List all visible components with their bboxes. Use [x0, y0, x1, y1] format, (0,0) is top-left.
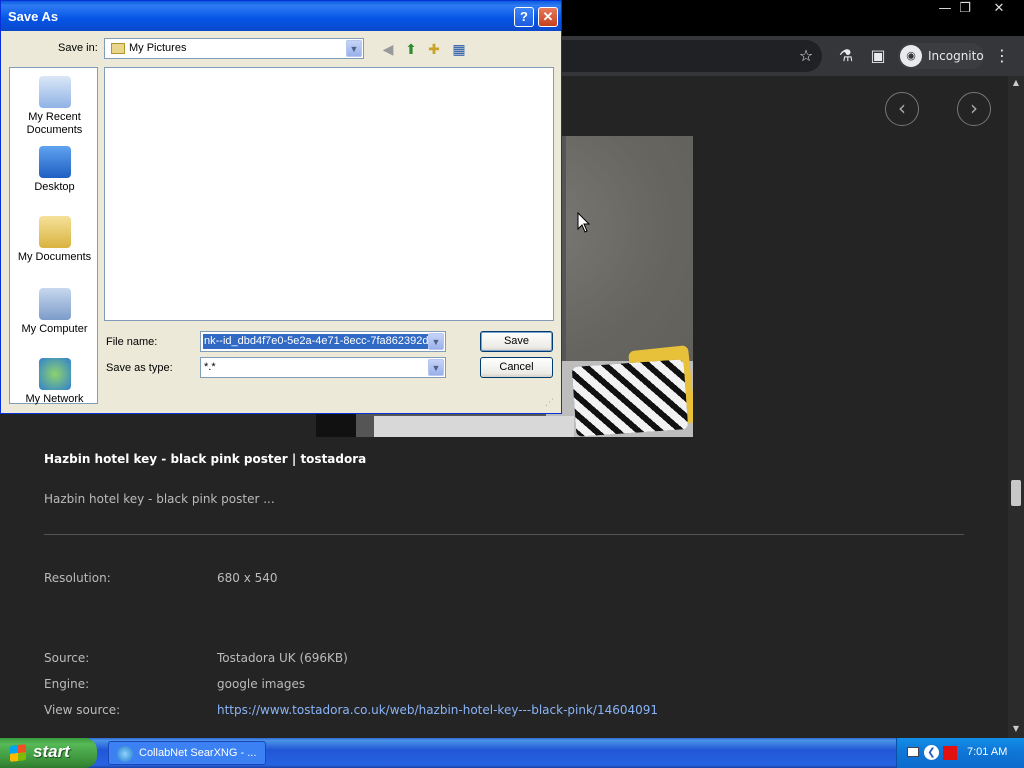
place-label: Desktop: [34, 181, 75, 193]
my-network-icon: [38, 358, 71, 390]
my-documents-icon: [38, 216, 71, 248]
save-as-type-dropdown[interactable]: *.* ▼: [200, 357, 446, 378]
incognito-indicator[interactable]: ◉ Incognito: [898, 43, 984, 69]
back-icon[interactable]: ◀: [378, 42, 398, 60]
view-menu-icon[interactable]: ▦: [449, 42, 469, 60]
restore-button[interactable]: ❐: [948, 0, 982, 18]
place-desktop[interactable]: Desktop: [10, 146, 99, 194]
source-value: Tostadora UK (696KB): [217, 651, 348, 665]
scroll-down-arrow-icon[interactable]: ▼: [1010, 724, 1022, 734]
dialog-title-bar[interactable]: Save As ? ✕: [1, 1, 561, 31]
up-folder-icon[interactable]: ⬆: [401, 42, 421, 60]
save-as-dialog: Save As ? ✕ Save in: My Pictures ▼ ◀ ⬆ ✚…: [0, 0, 562, 414]
engine-value: google images: [217, 677, 306, 691]
next-image-button[interactable]: ›: [957, 92, 991, 126]
page-scrollbar[interactable]: [1008, 76, 1024, 738]
kebab-menu-icon[interactable]: ⋮: [994, 46, 1010, 65]
address-bar[interactable]: [560, 40, 822, 72]
places-bar: My Recent Documents Desktop My Documents…: [9, 67, 99, 406]
scroll-up-arrow-icon[interactable]: ▲: [1010, 78, 1022, 88]
taskbar-item-label: CollabNet SearXNG - ...: [139, 747, 257, 759]
resolution-label: Resolution:: [44, 571, 111, 585]
save-as-type-value: *.*: [204, 361, 216, 373]
file-list[interactable]: [104, 67, 554, 321]
save-button[interactable]: Save: [480, 331, 553, 352]
save-in-value: My Pictures: [129, 42, 187, 54]
resize-grip-icon[interactable]: ⋰: [545, 398, 557, 410]
recent-documents-icon: [38, 76, 71, 108]
source-label: Source:: [44, 651, 90, 665]
file-name-input[interactable]: nk--id_dbd4f7e0-5e2a-4e71-8ecc-7fa862392…: [200, 331, 446, 352]
file-name-label: File name:: [106, 336, 158, 348]
chevron-down-icon[interactable]: ▼: [346, 40, 362, 57]
result-title: Hazbin hotel key - black pink poster | t…: [44, 452, 367, 466]
chevron-left-icon[interactable]: ❮: [924, 745, 939, 760]
save-in-dropdown[interactable]: My Pictures ▼: [104, 38, 364, 59]
save-in-label: Save in:: [58, 42, 98, 54]
image-pattern-cushion: [571, 359, 689, 437]
dialog-title: Save As: [8, 9, 59, 24]
close-window-button[interactable]: ✕: [982, 0, 1016, 18]
star-icon[interactable]: ☆: [796, 46, 816, 65]
divider: [44, 534, 964, 535]
labs-icon[interactable]: ⚗: [836, 46, 856, 65]
clock[interactable]: 7:01 AM: [967, 746, 1007, 758]
taskbar-item-browser[interactable]: CollabNet SearXNG - ...: [108, 741, 266, 765]
place-label: My Documents: [17, 251, 92, 263]
file-name-value: nk--id_dbd4f7e0-5e2a-4e71-8ecc-7fa862392…: [203, 334, 428, 349]
place-my-documents[interactable]: My Documents: [10, 216, 99, 264]
resolution-value: 680 x 540: [217, 571, 278, 585]
place-label: My Network: [25, 393, 84, 405]
cancel-button[interactable]: Cancel: [480, 357, 553, 378]
place-my-computer[interactable]: My Computer: [10, 288, 99, 336]
system-tray: ❮ 7:01 AM: [896, 738, 1024, 768]
help-button[interactable]: ?: [514, 7, 534, 27]
place-my-network[interactable]: My Network: [10, 358, 99, 406]
place-label: My Computer: [21, 323, 88, 335]
start-button[interactable]: start: [0, 738, 97, 768]
scrollbar-thumb[interactable]: [1011, 480, 1021, 506]
folder-icon: [111, 43, 125, 54]
dialog-close-button[interactable]: ✕: [538, 7, 558, 27]
engine-label: Engine:: [44, 677, 90, 691]
image-table-leg: [316, 414, 356, 437]
chevron-down-icon[interactable]: ▼: [428, 333, 444, 350]
previous-image-button[interactable]: ‹: [885, 92, 919, 126]
browser-icon: [117, 746, 133, 762]
result-description: Hazbin hotel key - black pink poster ...: [44, 492, 275, 506]
place-recent-documents[interactable]: My Recent Documents: [10, 76, 99, 137]
desktop-icon: [38, 146, 71, 178]
my-computer-icon: [38, 288, 71, 320]
chevron-down-icon[interactable]: ▼: [428, 359, 444, 376]
side-panel-icon[interactable]: ▣: [868, 46, 888, 65]
mouse-cursor-icon: [577, 212, 591, 233]
save-as-type-label: Save as type:: [106, 362, 173, 374]
incognito-icon: ◉: [900, 45, 922, 67]
taskbar: start CollabNet SearXNG - ... ❮ 7:01 AM: [0, 738, 1024, 768]
place-label: My Recent Documents: [26, 111, 83, 136]
view-source-label: View source:: [44, 703, 121, 717]
start-label: start: [33, 742, 70, 761]
image-table: [374, 416, 574, 437]
red-tray-icon[interactable]: [943, 746, 957, 760]
new-folder-icon[interactable]: ✚: [424, 42, 444, 60]
incognito-label: Incognito: [928, 49, 984, 63]
view-source-link[interactable]: https://www.tostadora.co.uk/web/hazbin-h…: [217, 703, 658, 717]
windows-logo-icon: [10, 744, 26, 762]
keyboard-icon[interactable]: [907, 747, 919, 757]
